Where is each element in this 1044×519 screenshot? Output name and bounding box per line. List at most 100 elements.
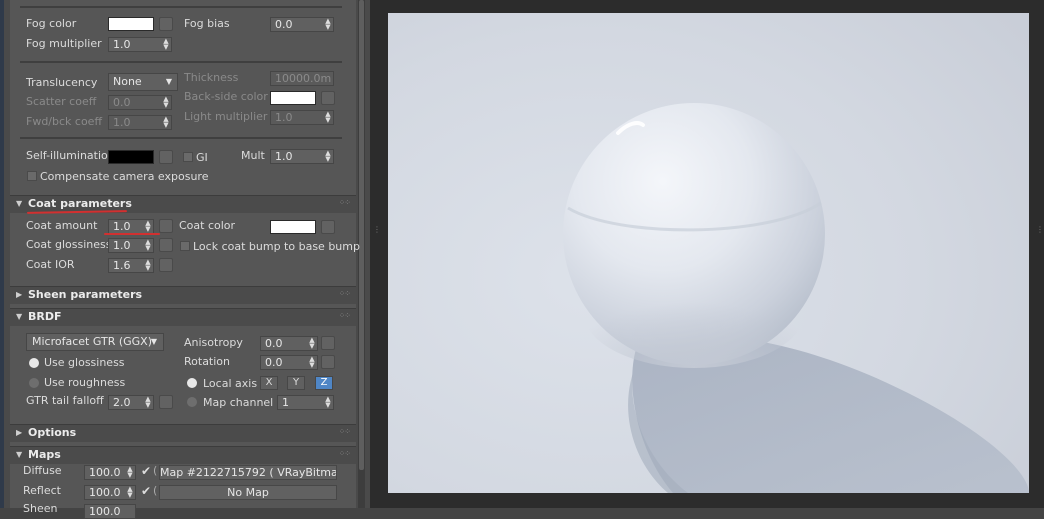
coat-ior-value: 1.6 — [113, 259, 131, 272]
splitter-grip-icon[interactable]: ⋮ — [1036, 225, 1044, 234]
self-illumination-map-button[interactable] — [159, 150, 173, 164]
reflect-map-label: Reflect — [23, 484, 61, 497]
brdf-type-dropdown[interactable]: Microfacet GTR (GGX) ▼ — [26, 333, 164, 351]
thickness-label: Thickness — [184, 71, 239, 84]
map-channel-spinner[interactable]: 1 ▲ ▼ — [277, 395, 334, 410]
triangle-right-icon: ▶ — [16, 428, 23, 437]
brdf-rollout-header[interactable]: ▼ BRDF ⁘⁘ — [10, 308, 356, 326]
triangle-down-icon: ▼ — [16, 450, 23, 459]
spinner-arrows-icon: ▲ ▼ — [309, 355, 315, 369]
next-amount-spinner[interactable]: 100.0 — [84, 504, 136, 519]
anisotropy-map-button[interactable] — [321, 336, 335, 350]
lock-coat-bump-checkbox[interactable] — [180, 241, 190, 251]
map-channel-radio[interactable] — [187, 397, 197, 407]
fwd-bck-coeff-value: 1.0 — [113, 116, 131, 129]
fog-multiplier-spinner[interactable]: 1.0 ▲ ▼ — [108, 37, 172, 52]
rotation-spinner[interactable]: 0.0 ▲ ▼ — [260, 355, 318, 370]
scrollbar-thumb[interactable] — [359, 0, 364, 470]
use-glossiness-radio[interactable] — [29, 358, 39, 368]
next-amount-value: 100.0 — [89, 505, 121, 518]
gi-checkbox[interactable] — [183, 152, 193, 162]
light-multiplier-label: Light multiplier — [184, 110, 268, 123]
spinner-arrows-icon: ▲ ▼ — [145, 258, 151, 272]
maps-title: Maps — [28, 448, 61, 461]
self-illumination-swatch[interactable] — [108, 150, 154, 164]
self-illum-mult-value: 1.0 — [275, 150, 293, 163]
coat-amount-label: Coat amount — [26, 219, 98, 232]
grip-dots-icon: ⁘⁘ — [338, 449, 351, 458]
scatter-coeff-spinner[interactable]: 0.0 ▲ ▼ — [108, 95, 172, 110]
spinner-arrows-icon: ▲ ▼ — [145, 219, 151, 233]
lock-coat-bump-label: Lock coat bump to base bump — [193, 240, 360, 253]
coat-glossiness-spinner[interactable]: 1.0 ▲ ▼ — [108, 238, 154, 253]
grip-dots-icon: ⁘⁘ — [338, 311, 351, 320]
coat-color-label: Coat color — [179, 219, 236, 232]
scatter-coeff-value: 0.0 — [113, 96, 131, 109]
light-multiplier-spinner[interactable]: 1.0 ▲ ▼ — [270, 110, 334, 125]
scatter-coeff-label: Scatter coeff — [26, 95, 97, 108]
red-underline-annotation — [104, 233, 160, 235]
reflect-enabled-checkmark-icon[interactable]: ✔ — [141, 484, 151, 498]
thickness-spinner[interactable]: 10000.0m — [270, 71, 334, 86]
options-title: Options — [28, 426, 77, 439]
thickness-value: 10000.0m — [275, 72, 332, 85]
spinner-arrows-icon: ▲ ▼ — [309, 336, 315, 350]
use-roughness-radio[interactable] — [29, 378, 39, 388]
fog-bias-spinner[interactable]: 0.0 ▲ ▼ — [270, 17, 334, 32]
divider — [20, 61, 342, 63]
local-axis-label: Local axis — [203, 377, 258, 390]
rotation-label: Rotation — [184, 355, 231, 368]
self-illum-mult-label: Mult — [241, 149, 265, 162]
translucency-value: None — [113, 75, 142, 88]
self-illumination-label: Self-illumination — [26, 149, 115, 162]
axis-y-button[interactable]: Y — [287, 376, 305, 390]
coat-ior-spinner[interactable]: 1.6 ▲ ▼ — [108, 258, 154, 273]
diffuse-amount-value: 100.0 — [89, 466, 121, 479]
coat-color-map-button[interactable] — [321, 220, 335, 234]
fog-color-swatch[interactable] — [108, 17, 154, 31]
triangle-right-icon: ▶ — [16, 290, 23, 299]
compensate-exposure-label: Compensate camera exposure — [40, 170, 209, 183]
diffuse-enabled-checkmark-icon[interactable]: ✔ — [141, 464, 151, 478]
diffuse-map-button[interactable]: Map #2122715792 ( VRayBitmap ) — [159, 465, 337, 480]
coat-color-swatch[interactable] — [270, 220, 316, 234]
backside-color-label: Back-side color — [184, 90, 268, 103]
coat-glossiness-label: Coat glossiness — [26, 238, 112, 251]
axis-z-button[interactable]: Z — [315, 376, 333, 390]
coat-amount-value: 1.0 — [113, 220, 131, 233]
backside-color-swatch[interactable] — [270, 91, 316, 105]
translucency-dropdown[interactable]: None ▼ — [108, 73, 178, 91]
gtr-tail-map-button[interactable] — [159, 395, 173, 409]
maps-rollout-header[interactable]: ▼ Maps ⁘⁘ — [10, 446, 356, 464]
chevron-down-icon: ▼ — [165, 77, 172, 86]
left-edge-strip — [0, 0, 4, 508]
self-illum-mult-spinner[interactable]: 1.0 ▲ ▼ — [270, 149, 334, 164]
fog-color-map-button[interactable] — [159, 17, 173, 31]
fwd-bck-coeff-spinner[interactable]: 1.0 ▲ ▼ — [108, 115, 172, 130]
compensate-exposure-checkbox[interactable] — [27, 171, 37, 181]
coat-amount-spinner[interactable]: 1.0 ▲ ▼ — [108, 219, 154, 234]
coat-glossiness-map-button[interactable] — [159, 238, 173, 252]
fog-color-label: Fog color — [26, 17, 77, 30]
triangle-down-icon: ▼ — [16, 199, 23, 208]
axis-x-button[interactable]: X — [260, 376, 278, 390]
splitter-grip-icon[interactable]: ⋮ — [373, 225, 381, 234]
reflect-amount-value: 100.0 — [89, 486, 121, 499]
coat-amount-map-button[interactable] — [159, 219, 173, 233]
rotation-map-button[interactable] — [321, 355, 335, 369]
spinner-arrows-icon: ▲ ▼ — [325, 17, 331, 31]
coat-glossiness-value: 1.0 — [113, 239, 131, 252]
translucency-label: Translucency — [26, 76, 98, 89]
divider-tick: ( — [153, 484, 158, 497]
options-rollout-header[interactable]: ▶ Options ⁘⁘ — [10, 424, 356, 442]
backside-map-button[interactable] — [321, 91, 335, 105]
coat-ior-map-button[interactable] — [159, 258, 173, 272]
spinner-arrows-icon: ▲ ▼ — [145, 238, 151, 252]
anisotropy-spinner[interactable]: 0.0 ▲ ▼ — [260, 336, 318, 351]
sheen-parameters-rollout-header[interactable]: ▶ Sheen parameters ⁘⁘ — [10, 286, 356, 304]
gtr-tail-falloff-spinner[interactable]: 2.0 ▲ ▼ — [108, 395, 154, 410]
reflect-map-button[interactable]: No Map — [159, 485, 337, 500]
reflect-amount-spinner[interactable]: 100.0 ▲ ▼ — [84, 485, 136, 500]
diffuse-amount-spinner[interactable]: 100.0 ▲ ▼ — [84, 465, 136, 480]
local-axis-radio[interactable] — [187, 378, 197, 388]
